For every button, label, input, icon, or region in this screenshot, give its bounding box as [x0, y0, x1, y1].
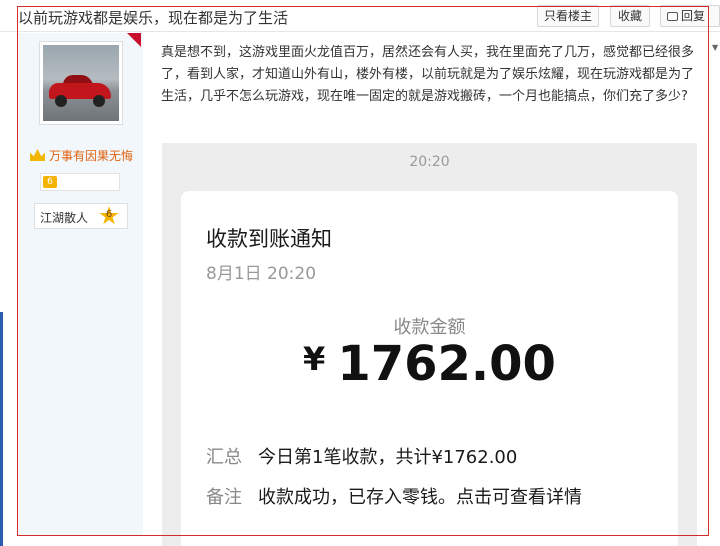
- screenshot-time: 20:20: [409, 154, 450, 170]
- user-tag-label: 万事有因果无悔: [49, 149, 134, 163]
- card-title: 收款到账通知: [206, 227, 332, 251]
- note-value: 收款成功，已存入零钱。点击可查看详情: [258, 487, 582, 508]
- level-badge: 6: [43, 176, 57, 188]
- summary-key: 汇总: [206, 447, 242, 468]
- reply-button[interactable]: 回复: [660, 5, 720, 27]
- avatar-image: [43, 45, 119, 121]
- note-key: 备注: [206, 487, 242, 508]
- favorite-button[interactable]: 收藏: [610, 5, 650, 27]
- thread-title: 以前玩游戏都是娱乐，现在都是为了生活: [18, 9, 289, 27]
- scroll-down-icon[interactable]: ▼: [712, 44, 720, 52]
- only-op-button[interactable]: 只看楼主: [537, 5, 599, 27]
- card-date: 8月1日 20:20: [206, 264, 317, 284]
- note-row: 备注 收款成功，已存入零钱。点击可查看详情: [206, 483, 582, 509]
- author-sidebar: 万事有因果无悔 6 江湖散人 6: [18, 33, 143, 536]
- post-image[interactable]: 20:20 收款到账通知 8月1日 20:20 收款金额 ¥1762.00 汇总…: [162, 143, 697, 546]
- user-signature-tag[interactable]: 万事有因果无悔: [30, 147, 133, 164]
- crown-icon: [30, 149, 45, 161]
- post-content: 真是想不到，这游戏里面火龙值百万，居然还会有人买，我在里面充了几万，感觉都已经很…: [161, 45, 695, 104]
- rank-label: 江湖散人: [40, 211, 89, 225]
- reply-label: 回复: [681, 9, 706, 23]
- amount-value: ¥1762.00: [181, 336, 678, 392]
- rank-level: 6: [105, 209, 113, 220]
- corner-marker-icon: [127, 33, 141, 47]
- reply-icon: [667, 12, 678, 21]
- summary-value: 今日第1笔收款，共计¥1762.00: [258, 447, 518, 468]
- currency-symbol: ¥: [303, 340, 326, 378]
- thread-header: 以前玩游戏都是娱乐，现在都是为了生活 只看楼主 收藏 回复: [0, 0, 720, 32]
- amount-number: 1762.00: [337, 336, 556, 392]
- level-box: 6: [40, 173, 120, 191]
- summary-row: 汇总 今日第1笔收款，共计¥1762.00: [206, 443, 517, 469]
- payment-card: 收款到账通知 8月1日 20:20 收款金额 ¥1762.00 汇总 今日第1笔收…: [181, 191, 678, 546]
- avatar[interactable]: [39, 41, 123, 125]
- rank-box: 江湖散人 6: [34, 203, 128, 229]
- window-edge-bar: [0, 312, 3, 546]
